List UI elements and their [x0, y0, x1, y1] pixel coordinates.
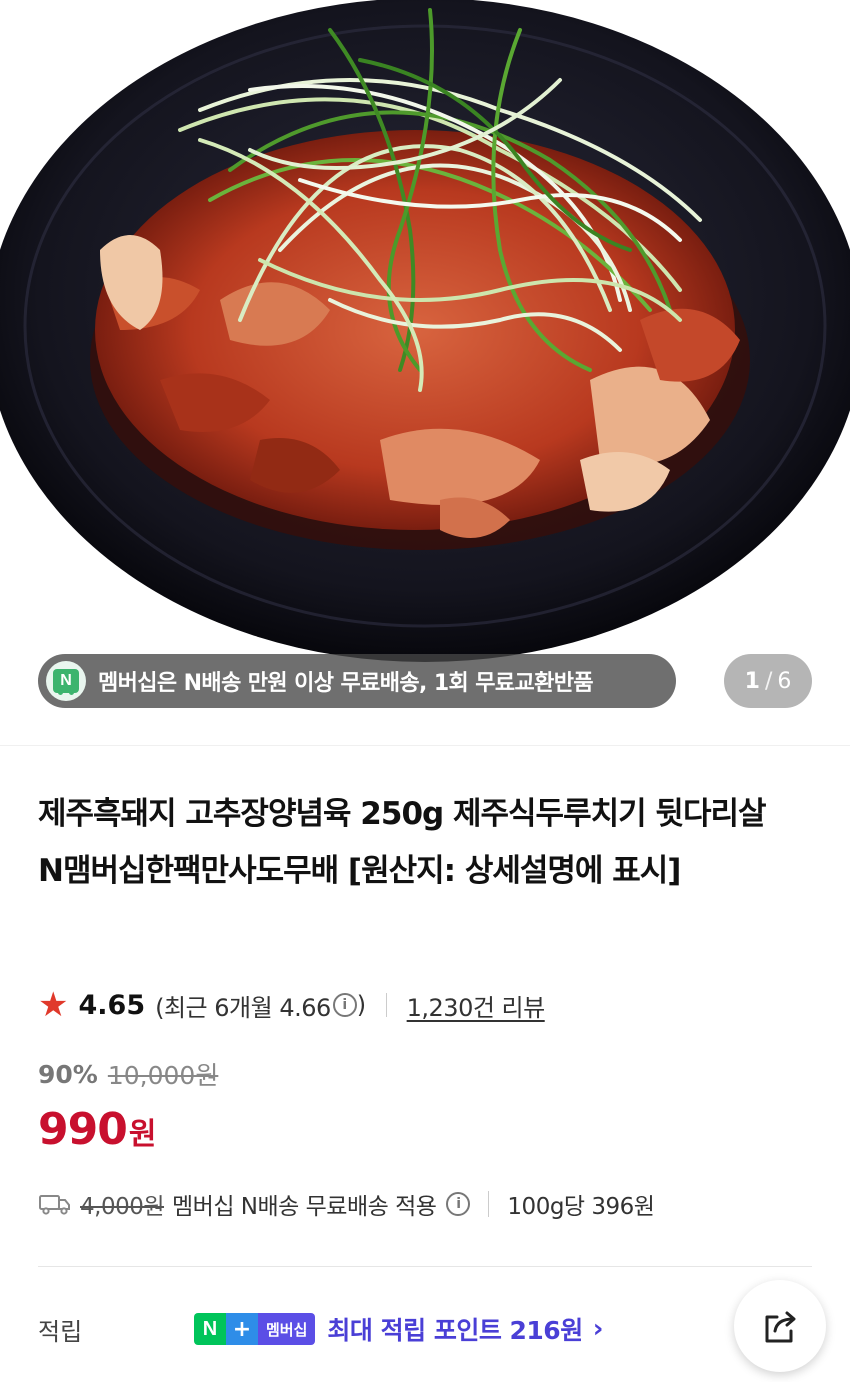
shipping-text: 멤버십 N배송 무료배송 적용: [172, 1194, 437, 1220]
price-value: 990: [38, 1104, 128, 1155]
image-counter: 1 / 6: [724, 654, 812, 708]
info-icon[interactable]: i: [332, 993, 357, 1017]
nplus-membership-badge: N + 멤버십: [194, 1313, 316, 1345]
points-label: 적립: [38, 1317, 83, 1346]
badge-n: N: [194, 1313, 226, 1345]
food-photo-illustration: [0, 0, 850, 662]
truck-icon: [39, 1195, 70, 1215]
image-counter-current: 1: [744, 668, 760, 694]
product-title: 제주흑돼지 고추장양념육 250g 제주식두루치기 뒷다리살 N맴버십한팩만사도…: [38, 796, 767, 889]
separator: [488, 1191, 490, 1217]
discount-row: 90% 10,000원: [38, 1056, 218, 1092]
discount-percent: 90%: [38, 1059, 98, 1089]
recent-rating-close: ): [356, 991, 366, 1019]
star-icon: ★: [38, 985, 69, 1025]
image-counter-separator: /: [764, 668, 773, 694]
points-row[interactable]: 적립 N + 멤버십 최대 적립 포인트 216원 ›: [38, 1304, 828, 1354]
product-image[interactable]: N 멤버십은 N배송 만원 이상 무료배송, 1회 무료교환반품 1 / 6: [0, 0, 850, 728]
max-points-text[interactable]: 최대 적립 포인트 216원: [327, 1311, 583, 1347]
promo-text: 멤버십은 N배송 만원 이상 무료배송, 1회 무료교환반품: [98, 671, 594, 696]
unit-price: 100g당 396원: [507, 1194, 655, 1220]
naver-delivery-truck-icon: N: [46, 661, 86, 701]
rating-score: 4.65: [78, 989, 146, 1021]
shipping-info-icon[interactable]: i: [446, 1192, 471, 1216]
divider: [0, 745, 850, 746]
image-counter-total: 6: [777, 668, 792, 694]
badge-membership: 멤버십: [258, 1313, 316, 1345]
review-count-link[interactable]: 1,230건 리뷰: [407, 988, 546, 1023]
divider: [38, 1266, 812, 1267]
promo-logo-letter: N: [53, 669, 79, 693]
rating-row: ★ 4.65 (최근 6개월 4.66 i ) 1,230건 리뷰: [38, 985, 545, 1025]
sale-price: 990 원: [38, 1104, 156, 1155]
share-icon: [765, 1311, 796, 1343]
badge-plus: +: [226, 1313, 258, 1345]
chevron-right-icon[interactable]: ›: [593, 1314, 604, 1344]
membership-promo-banner[interactable]: N 멤버십은 N배송 만원 이상 무료배송, 1회 무료교환반품: [38, 654, 676, 708]
shipping-original-fee: 4,000원: [80, 1194, 165, 1220]
shipping-row: 4,000원 멤버십 N배송 무료배송 적용 i 100g당 396원: [38, 1184, 655, 1224]
recent-rating: (최근 6개월 4.66: [155, 993, 331, 1022]
share-button[interactable]: [734, 1280, 826, 1372]
price-unit: 원: [128, 1117, 157, 1152]
original-price: 10,000원: [107, 1061, 219, 1090]
separator: [385, 993, 387, 1017]
